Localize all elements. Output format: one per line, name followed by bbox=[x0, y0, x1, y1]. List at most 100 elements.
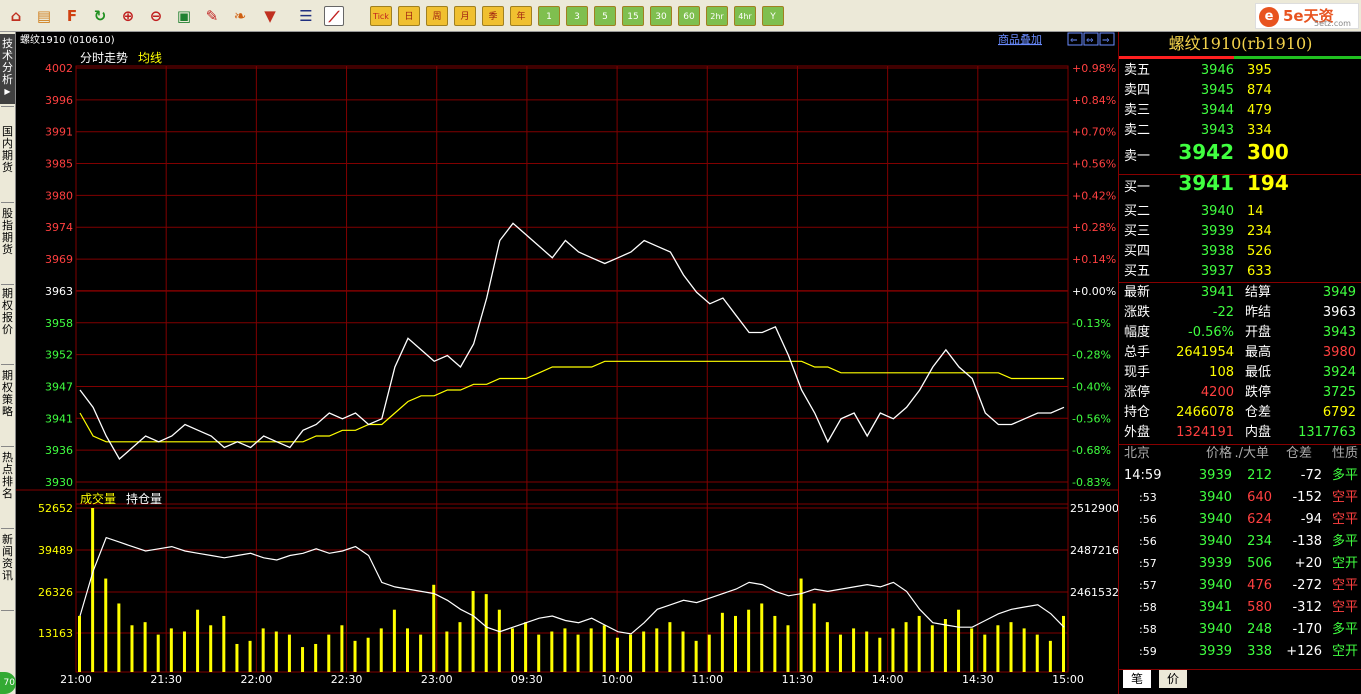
period-button-13[interactable]: 4hr bbox=[734, 6, 756, 26]
stat-value: 4200 bbox=[1200, 385, 1234, 400]
line-chart-icon[interactable]: ⟋ bbox=[324, 6, 344, 26]
price-tick-label: 3941 bbox=[45, 412, 73, 425]
volume-bar bbox=[891, 628, 895, 672]
oi-tick-label: 2487216 bbox=[1070, 544, 1118, 557]
tick-diff: +20 bbox=[1294, 556, 1322, 571]
period-button-9[interactable]: 15 bbox=[622, 6, 644, 26]
f10-icon[interactable]: F bbox=[62, 6, 82, 26]
intraday-chart[interactable]: 螺纹1910 (010610) 商品叠加 ⇐ ⇔ ⇒ 分时走势 均线成交量 持仓量 4002 +0… bbox=[16, 32, 1118, 694]
volume-bar bbox=[576, 634, 580, 672]
zoom-in-icon[interactable]: ⊕ bbox=[118, 6, 138, 26]
ticks-header-vol: ./大单 bbox=[1234, 446, 1269, 461]
volume-bar bbox=[852, 628, 856, 672]
period-button-11[interactable]: 60 bbox=[678, 6, 700, 26]
nav-right-icon[interactable]: ⇒ bbox=[1099, 32, 1115, 46]
stat-label: 幅度 bbox=[1124, 325, 1151, 340]
tick-time: :59 bbox=[1139, 645, 1157, 658]
period-button-12[interactable]: 2hr bbox=[706, 6, 728, 26]
ticks-header-diff: 仓差 bbox=[1285, 446, 1312, 461]
period-button-7[interactable]: 3 bbox=[566, 6, 588, 26]
left-tab-1[interactable]: 国内期货 bbox=[0, 122, 15, 194]
pct-tick-label: +0.84% bbox=[1072, 94, 1116, 107]
volume-bar bbox=[957, 609, 961, 672]
stat-label: 持仓 bbox=[1124, 405, 1151, 420]
period-button-2[interactable]: 周 bbox=[426, 6, 448, 26]
volume-bar bbox=[458, 622, 462, 672]
nav-left-icon[interactable]: ⇐ bbox=[1067, 32, 1083, 46]
volume-bar bbox=[1009, 622, 1013, 672]
period-button-0[interactable]: Tick bbox=[370, 6, 392, 26]
filter-icon[interactable]: ▼ bbox=[260, 6, 280, 26]
volume-bar bbox=[615, 637, 619, 672]
pct-tick-label: -0.83% bbox=[1072, 476, 1111, 489]
bid-row-5: 买五 3937 633 bbox=[1119, 262, 1361, 282]
quote-vol: 479 bbox=[1247, 103, 1272, 118]
volume-bar bbox=[340, 625, 344, 672]
left-tab-sep bbox=[1, 610, 14, 611]
ticks-header-nature: 性质 bbox=[1331, 446, 1358, 461]
period-button-4[interactable]: 季 bbox=[482, 6, 504, 26]
stat-label: 昨结 bbox=[1245, 305, 1272, 320]
period-button-14[interactable]: Y bbox=[762, 6, 784, 26]
overlay-link[interactable]: 商品叠加 bbox=[998, 32, 1042, 46]
quote-label: 卖五 bbox=[1124, 63, 1151, 78]
volume-bar bbox=[904, 622, 908, 672]
toolbar: ⌂ ▤ F ↻ ⊕ ⊖ ▣ ✎ ❧ ▼ ☰ ⟋ Tick 日周月季年 1 3 5 15 30 60 2hr 4hr Y bbox=[0, 0, 1361, 32]
volume-tick-label: 39489 bbox=[38, 544, 73, 557]
home-icon[interactable]: ⌂ bbox=[6, 6, 26, 26]
ask-row-4: 卖四 3945 874 bbox=[1119, 81, 1361, 101]
volume-title: 成交量 bbox=[80, 491, 116, 506]
stat-label: 最低 bbox=[1245, 365, 1272, 380]
period-button-6[interactable]: 1 bbox=[538, 6, 560, 26]
nav-both-icon[interactable]: ⇔ bbox=[1083, 32, 1099, 46]
left-tab-3[interactable]: 期权报价 bbox=[0, 284, 15, 356]
left-tab-4[interactable]: 期权策略 bbox=[0, 366, 15, 438]
volume-bar bbox=[970, 628, 974, 672]
volume-bar bbox=[681, 631, 685, 672]
left-tab-2[interactable]: 股指期货 bbox=[0, 204, 15, 276]
tick-nature: 空平 bbox=[1331, 490, 1358, 505]
left-tab-0[interactable]: 技术分析 ▶ bbox=[0, 34, 15, 104]
tick-time: :56 bbox=[1139, 513, 1157, 526]
symbol-line: 螺纹1910 (010610) bbox=[20, 33, 115, 46]
tick-diff: -138 bbox=[1292, 534, 1322, 549]
pen-icon[interactable]: ✎ bbox=[202, 6, 222, 26]
zoom-out-icon[interactable]: ⊖ bbox=[146, 6, 166, 26]
table-icon[interactable]: ☰ bbox=[296, 6, 316, 26]
note-icon[interactable]: ▤ bbox=[34, 6, 54, 26]
left-tab-5[interactable]: 热点排名 bbox=[0, 448, 15, 520]
tick-price: 3940 bbox=[1198, 512, 1232, 527]
left-tab-sep bbox=[1, 202, 14, 203]
period-button-3[interactable]: 月 bbox=[454, 6, 476, 26]
window-icon[interactable]: ▣ bbox=[174, 6, 194, 26]
period-button-10[interactable]: 30 bbox=[650, 6, 672, 26]
period-button-8[interactable]: 5 bbox=[594, 6, 616, 26]
left-tab-char: 货 bbox=[2, 243, 13, 256]
period-button-5[interactable]: 年 bbox=[510, 6, 532, 26]
tick-price: 3940 bbox=[1198, 490, 1232, 505]
tick-price: 3940 bbox=[1198, 534, 1232, 549]
stat-row: 外盘 1324191 内盘 1317763 bbox=[1119, 423, 1361, 443]
volume-bar bbox=[445, 631, 449, 672]
stat-row: 最新 3941 结算 3949 bbox=[1119, 283, 1361, 303]
tick-time: :58 bbox=[1139, 623, 1157, 636]
price-tick-label: 3985 bbox=[45, 158, 73, 171]
volume-bar bbox=[117, 603, 121, 672]
quote-vol: 14 bbox=[1247, 204, 1264, 219]
left-tab-6[interactable]: 新闻资讯 bbox=[0, 530, 15, 602]
tick-nature: 空平 bbox=[1331, 512, 1358, 527]
time-tick-label: 10:00 bbox=[601, 673, 633, 686]
leaf-icon[interactable]: ❧ bbox=[230, 6, 250, 26]
tick-price: 3941 bbox=[1198, 600, 1232, 615]
period-button-1[interactable]: 日 bbox=[398, 6, 420, 26]
stat-value: 1317763 bbox=[1298, 425, 1356, 440]
bottom-tab-0[interactable]: 笔 bbox=[1123, 670, 1151, 688]
volume-bar bbox=[287, 634, 291, 672]
bottom-tab-1[interactable]: 价 bbox=[1159, 670, 1187, 688]
volume-bar bbox=[1062, 615, 1065, 672]
refresh-icon[interactable]: ↻ bbox=[90, 6, 110, 26]
ask-row-3: 卖三 3944 479 bbox=[1119, 101, 1361, 121]
tick-vol: 580 bbox=[1247, 600, 1272, 615]
avg-line bbox=[79, 360, 1064, 443]
left-tab-char: 价 bbox=[2, 323, 13, 336]
